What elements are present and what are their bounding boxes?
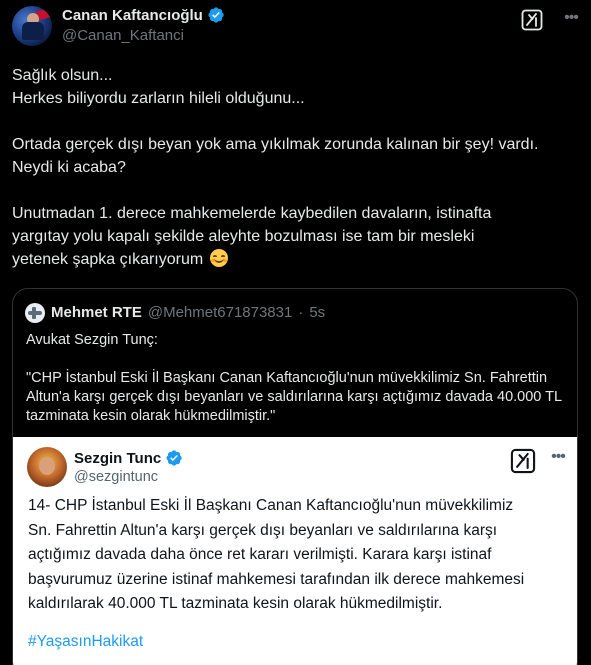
- smiling-face-emoji-icon: [209, 249, 228, 267]
- grok-icon[interactable]: [520, 8, 544, 32]
- tweet-paragraph-2: Ortada gerçek dışı beyan yok ama yıkılma…: [12, 136, 539, 176]
- more-icon[interactable]: •••: [560, 8, 582, 30]
- screenshot-author-name: Sezgin Tunc: [74, 449, 162, 467]
- quote-author-avatar[interactable]: [25, 303, 45, 323]
- quote-text: Avukat Sezgin Tunç: "CHP İstanbul Eski İ…: [26, 331, 566, 426]
- tweet: Canan Kaftancıoğlu @Canan_Kaftanci ••• S…: [0, 0, 591, 665]
- author-handle[interactable]: @Canan_Kaftanci: [62, 27, 184, 44]
- embedded-screenshot[interactable]: Sezgin Tunc @sezgintunc ••• 14- CHP İsta…: [13, 437, 577, 665]
- screenshot-author-avatar: [27, 447, 67, 487]
- author-avatar[interactable]: [12, 6, 52, 46]
- tweet-paragraph-3: Unutmadan 1. derece mahkemelerde kaybedi…: [12, 202, 582, 271]
- more-icon: •••: [551, 448, 566, 465]
- quote-author-handle[interactable]: @Mehmet671873831: [148, 304, 293, 321]
- quote-text-line-1: Avukat Sezgin Tunç:: [26, 332, 158, 348]
- verified-icon: [208, 7, 224, 23]
- quote-author-name[interactable]: Mehmet RTE: [51, 304, 142, 321]
- screenshot-text: 14- CHP İstanbul Eski İl Başkanı Canan K…: [28, 497, 525, 612]
- screenshot-author-row: Sezgin Tunc: [74, 449, 183, 467]
- screenshot-hashtag: #YaşasınHakikat: [28, 633, 144, 650]
- screenshot-author-handle: @sezgintunc: [74, 469, 159, 485]
- quote-timestamp[interactable]: 5s: [309, 304, 325, 321]
- tweet-text: Sağlık olsun... Herkes biliyordu zarları…: [12, 64, 582, 271]
- grok-icon: [510, 448, 536, 474]
- avatar-figure: [22, 22, 44, 40]
- quote-author-row: Mehmet RTE @Mehmet671873831 · 5s: [51, 304, 325, 321]
- quoted-tweet[interactable]: Mehmet RTE @Mehmet671873831 · 5s Avukat …: [12, 288, 578, 665]
- tweet-paragraph-1: Sağlık olsun... Herkes biliyordu zarları…: [12, 67, 305, 107]
- tweet-paragraph-3-text: Unutmadan 1. derece mahkemelerde kaybedi…: [12, 205, 492, 268]
- verified-icon: [166, 450, 182, 466]
- quote-text-line-2: "CHP İstanbul Eski İl Başkanı Canan Kaft…: [26, 370, 562, 424]
- author-name[interactable]: Canan Kaftancıoğlu: [62, 7, 203, 24]
- author-name-row: Canan Kaftancıoğlu: [62, 6, 225, 24]
- quote-separator: ·: [298, 304, 304, 321]
